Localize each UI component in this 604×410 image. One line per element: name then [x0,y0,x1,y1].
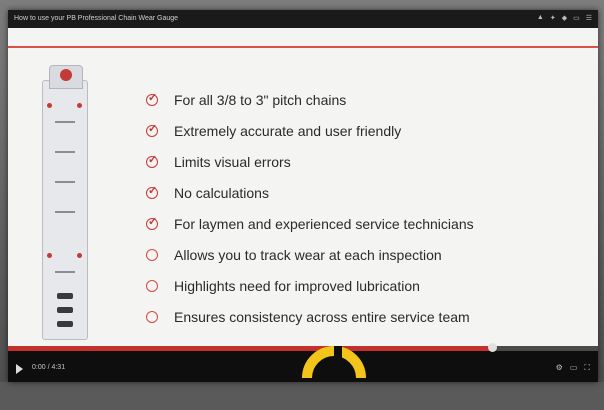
progress-scrubber-handle[interactable] [487,343,497,352]
list-item: No calculations [146,177,586,208]
empty-circle-icon [146,279,158,292]
top-control-icon[interactable]: ▲ [537,14,544,22]
player-top-bar: How to use your PB Professional Chain We… [8,10,598,28]
gauge-tick [55,151,75,153]
list-item: For all 3/8 to 3" pitch chains [146,84,586,115]
check-circle-icon [146,122,158,137]
theater-mode-icon[interactable]: ▭ [570,363,578,373]
list-item: Limits visual errors [146,146,586,177]
video-title: How to use your PB Professional Chain We… [14,15,179,22]
spinner-gap [334,346,342,374]
gauge-red-dot [77,253,82,258]
top-control-icon[interactable]: ☰ [586,14,592,22]
slide-accent-line [8,46,598,48]
time-display: 0:00 / 4:31 [32,364,66,371]
list-item-text: Ensures consistency across entire servic… [174,308,470,325]
gauge-cap [49,65,83,89]
fullscreen-icon[interactable]: ⛶ [584,363,590,373]
progress-bar[interactable] [8,343,598,352]
list-item: Ensures consistency across entire servic… [146,301,586,332]
empty-circle-icon [146,248,158,261]
top-control-icon[interactable]: ◆ [562,14,567,22]
list-item: For laymen and experienced service techn… [146,208,586,239]
check-circle-icon [146,91,158,106]
play-icon[interactable] [16,364,23,374]
gauge-block [57,293,73,299]
check-circle-icon [146,215,158,230]
gauge-tick [55,181,75,183]
list-item-text: For all 3/8 to 3" pitch chains [174,91,347,108]
top-controls: ▲ ✦ ◆ ▭ ☰ [537,14,592,22]
gauge-block [57,307,73,313]
gauge-red-knob [60,69,72,81]
list-item-text: Extremely accurate and user friendly [174,122,402,139]
list-item: Extremely accurate and user friendly [146,115,586,146]
list-item: Highlights need for improved lubrication [146,270,586,301]
video-frame-slide[interactable]: For all 3/8 to 3" pitch chains Extremely… [8,28,598,346]
list-item-text: No calculations [174,184,269,201]
gauge-red-dot [47,253,52,258]
gauge-tick [55,211,75,213]
check-circle-icon [146,184,158,199]
list-item-text: For laymen and experienced service techn… [174,215,474,232]
gauge-red-dot [77,103,82,108]
gauge-block [57,321,73,327]
list-item: Allows you to track wear at each inspect… [146,239,586,270]
list-item-text: Limits visual errors [174,153,291,170]
gauge-tick [55,121,75,123]
feature-list: For all 3/8 to 3" pitch chains Extremely… [146,84,586,332]
check-circle-icon [146,153,158,168]
settings-icon[interactable]: ⚙ [556,363,563,373]
list-item-text: Highlights need for improved lubrication [174,277,420,294]
gauge-red-dot [47,103,52,108]
list-item-text: Allows you to track wear at each inspect… [174,246,442,263]
empty-circle-icon [146,310,158,323]
screen-frame: How to use your PB Professional Chain We… [0,0,604,382]
top-control-icon[interactable]: ✦ [550,14,556,22]
top-control-icon[interactable]: ▭ [573,14,580,22]
progress-played [8,346,492,351]
chain-wear-gauge-image [42,65,88,340]
video-player[interactable]: How to use your PB Professional Chain We… [8,10,598,382]
right-controls: ⚙ ▭ ⛶ [556,363,590,373]
gauge-tick [55,271,75,273]
